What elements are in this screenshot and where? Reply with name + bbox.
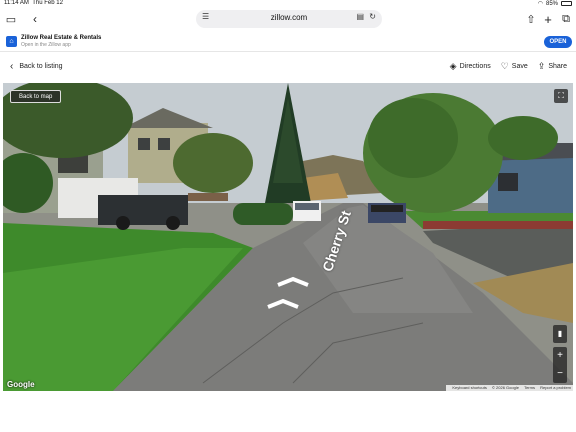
keyboard-shortcuts-link[interactable]: Keyboard shortcuts	[452, 385, 486, 390]
share-icon[interactable]: ⇧	[524, 12, 538, 26]
google-logo: Google	[7, 380, 35, 389]
add-tab-icon[interactable]: +	[541, 12, 555, 27]
street-scene	[3, 83, 573, 391]
open-app-button[interactable]: OPEN	[544, 36, 572, 48]
chevron-left-icon: ‹	[10, 61, 14, 72]
zoom-control: + −	[553, 347, 567, 383]
app-subtitle: Open in the Zillow app	[21, 42, 71, 48]
back-to-listing-link[interactable]: ‹ Back to listing	[10, 61, 63, 72]
heart-icon: ♡	[500, 61, 509, 71]
wifi-icon: ◠	[537, 1, 543, 7]
fullscreen-icon[interactable]: ⛶	[554, 89, 568, 103]
sidebar-icon[interactable]: ▭	[4, 12, 18, 26]
listing-nav: ‹ Back to listing ◈ Directions ♡ Save ⇪ …	[0, 55, 576, 79]
status-bar: 11:14 AM Thu Feb 12 ◠ 85%	[0, 0, 576, 8]
battery-percent: 85%	[545, 0, 558, 7]
back-to-listing-label: Back to listing	[19, 63, 63, 70]
zoom-in-button[interactable]: +	[553, 347, 567, 365]
address-bar[interactable]: ☰ zillow.com ▤ ↻	[196, 10, 382, 28]
reader-icon[interactable]: ▤	[356, 12, 364, 21]
battery-icon	[561, 1, 572, 6]
pegman-icon[interactable]: ▮	[553, 325, 567, 343]
nav-actions: ◈ Directions ♡ Save ⇪ Share	[450, 61, 567, 72]
zoom-out-button[interactable]: −	[553, 365, 567, 383]
status-date: Thu Feb 12	[32, 0, 63, 6]
status-right: ◠ 85%	[538, 0, 572, 7]
map-attribution: Keyboard shortcuts © 2026 Google Terms R…	[446, 385, 573, 391]
copyright-text: © 2026 Google	[491, 385, 519, 390]
directions-icon: ◈	[449, 61, 457, 71]
share-label: Share	[548, 63, 567, 70]
directions-label: Directions	[459, 63, 491, 70]
zillow-app-icon: ⌂	[6, 36, 17, 47]
browser-toolbar: ▭ ‹ ☰ zillow.com ▤ ↻ ⇧ + ⧉	[0, 8, 576, 30]
url-text: zillow.com	[270, 13, 308, 22]
tab-overview-icon[interactable]: ⧉	[559, 12, 573, 26]
save-button[interactable]: ♡ Save	[501, 61, 528, 72]
directions-button[interactable]: ◈ Directions	[450, 61, 491, 72]
save-label: Save	[511, 63, 528, 70]
status-time: 11:14 AM	[4, 0, 29, 6]
share-icon: ⇪	[537, 61, 546, 71]
back-to-map-button[interactable]: Back to map	[10, 90, 62, 103]
app-title: Zillow Real Estate & Rentals	[21, 35, 102, 41]
reload-icon[interactable]: ↻	[369, 12, 376, 21]
status-time-date: 11:14 AM Thu Feb 12	[4, 0, 63, 6]
street-view-panorama[interactable]: Back to map ⛶ Cherry St ▮ + − Google Key…	[3, 83, 573, 391]
back-chevron-icon[interactable]: ‹	[28, 12, 42, 26]
app-banner: ⌂ Zillow Real Estate & Rentals Open in t…	[0, 32, 576, 52]
terms-link[interactable]: Terms	[524, 385, 535, 390]
report-problem-link[interactable]: Report a problem	[540, 385, 571, 390]
share-button[interactable]: ⇪ Share	[538, 61, 567, 72]
